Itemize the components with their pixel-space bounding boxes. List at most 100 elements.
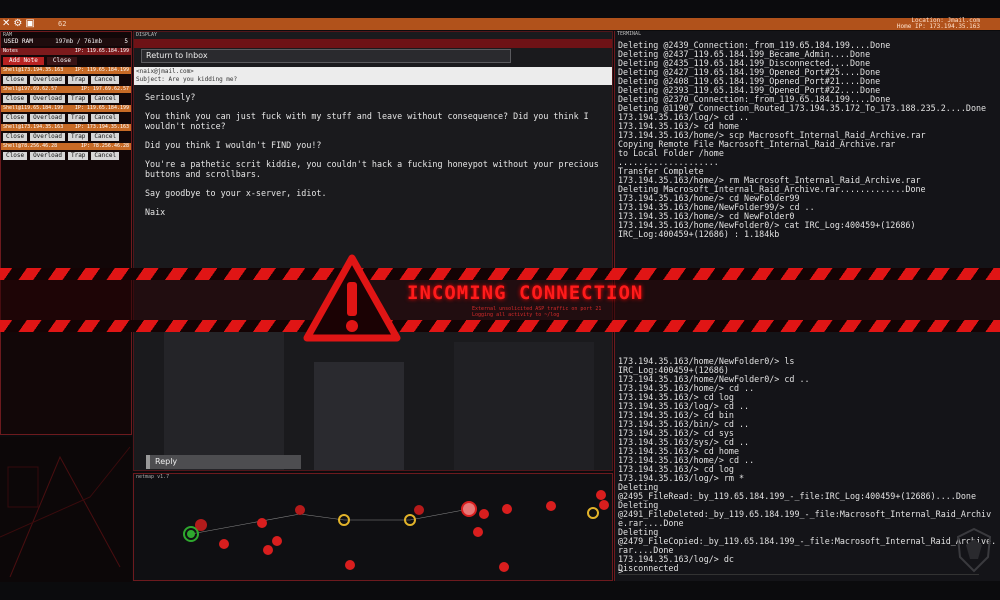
cancel-button[interactable]: Cancel <box>91 133 120 141</box>
trap-button[interactable]: Trap <box>67 152 89 160</box>
netmap-node[interactable] <box>502 504 512 514</box>
netmap-node[interactable] <box>473 527 483 537</box>
shell-buttons: Close Overload Trap Cancel <box>1 133 131 141</box>
hazard-stripe-top <box>0 268 1000 280</box>
used-ram-count: 5 <box>124 38 128 45</box>
overload-button[interactable]: Overload <box>30 114 65 122</box>
ram-module-title: Shell@173.194.35.163 <box>3 124 64 130</box>
ram-module-title: Shell@119.65.184.199 <box>3 105 64 111</box>
netmap-node[interactable] <box>263 545 273 555</box>
netmap-panel: netmap v1.7 <box>133 473 613 581</box>
trap-button[interactable]: Trap <box>67 114 89 122</box>
overload-button[interactable]: Overload <box>30 95 65 103</box>
email-paragraph: You're a pathetic scrit kiddie, you coul… <box>145 159 604 179</box>
background-building <box>164 332 284 470</box>
close-notes-button[interactable]: Close <box>46 57 77 65</box>
ram-module-ip: IP: 78.256.46.28 <box>80 143 129 149</box>
netmap-node[interactable] <box>195 519 207 531</box>
ram-module-ip: IP: 119.65.184.199 <box>74 105 129 111</box>
left-background-decoration <box>0 437 132 582</box>
ram-module-ip: IP: 197.69.62.57 <box>80 86 129 92</box>
netmap-node[interactable] <box>546 501 556 511</box>
shell-buttons: Close Overload Trap Cancel <box>1 95 131 103</box>
home-ip-label: Home IP: 173.194.35.163 <box>896 23 980 30</box>
ram-module-header: Shell@173.194.35.163 IP: 173.194.35.163 <box>1 124 131 131</box>
close-button[interactable]: Close <box>3 133 28 141</box>
return-to-inbox-button[interactable]: Return to Inbox <box>141 49 511 63</box>
ram-panel: RAM USED RAM 197mb / 761mb 5 Notes IP: 1… <box>0 31 132 435</box>
netmap-node[interactable] <box>272 536 282 546</box>
netmap-node[interactable] <box>295 505 305 515</box>
cancel-button[interactable]: Cancel <box>91 114 120 122</box>
background-building <box>314 362 404 470</box>
netmap-node[interactable] <box>599 500 609 510</box>
email-from: <naix@jmail.com> <box>136 68 194 75</box>
netmap-node-home-core <box>187 530 195 538</box>
cancel-button[interactable]: Cancel <box>91 76 120 84</box>
overload-button[interactable]: Overload <box>30 76 65 84</box>
ram-module-title: Notes <box>3 48 19 54</box>
trap-button[interactable]: Trap <box>67 95 89 103</box>
ram-module-header: Shell@173.194.35.163 IP: 119.65.184.199 <box>1 67 131 74</box>
email-subject: Subject: Are you kidding me? <box>136 76 238 83</box>
ram-module-notes: Notes IP: 119.65.184.199 Add Note Close <box>1 48 131 65</box>
ram-module-title: Shell@197.69.62.57 <box>3 86 58 92</box>
netmap-node[interactable] <box>219 539 229 549</box>
netmap-node[interactable] <box>345 560 355 570</box>
close-button[interactable]: Close <box>3 114 28 122</box>
close-button[interactable]: Close <box>3 95 28 103</box>
hazard-stripe-bottom <box>0 320 1000 332</box>
ram-module-ip: IP: 119.65.184.199 <box>74 67 129 73</box>
ram-module-title: Shell@173.194.35.163 <box>3 67 64 73</box>
terminal-line: Disconnected <box>618 563 679 573</box>
used-ram-label: USED RAM <box>4 38 33 45</box>
netmap-node-target[interactable] <box>461 501 477 517</box>
shell-buttons: Close Overload Trap Cancel <box>1 114 131 122</box>
terminal-line: @2491_FileDeleted:_by_119.65.184.199_-_f… <box>618 509 992 528</box>
netmap-node[interactable] <box>414 505 424 515</box>
netmap-node[interactable] <box>257 518 267 528</box>
trap-button[interactable]: Trap <box>67 76 89 84</box>
netmap-nodes <box>183 490 609 572</box>
close-icon[interactable]: ✕ <box>2 18 10 30</box>
notes-buttons: Add Note Close <box>1 57 131 65</box>
ram-module-title: Shell@78.256.46.28 <box>3 143 58 149</box>
topbar-icons: ✕ ⚙ ▣ <box>2 18 35 30</box>
mail-icon[interactable]: ▣ <box>25 18 34 30</box>
add-note-button[interactable]: Add Note <box>3 57 44 65</box>
display-header-bar <box>134 39 612 48</box>
netmap-node[interactable] <box>479 509 489 519</box>
reply-button[interactable]: Reply <box>146 455 301 469</box>
netmap-link <box>299 513 345 521</box>
ram-module-header: Shell@78.256.46.28 IP: 78.256.46.28 <box>1 143 131 150</box>
ram-module-shell: Shell@78.256.46.28 IP: 78.256.46.28 Clos… <box>1 143 131 160</box>
email-paragraph: Seriously? <box>145 92 196 102</box>
email-signature: Naix <box>145 207 166 217</box>
overload-button[interactable]: Overload <box>30 152 65 160</box>
background-building <box>454 342 594 470</box>
netmap-node-visited[interactable] <box>587 507 599 519</box>
cancel-button[interactable]: Cancel <box>91 152 120 160</box>
close-button[interactable]: Close <box>3 76 28 84</box>
close-button[interactable]: Close <box>3 152 28 160</box>
cancel-button[interactable]: Cancel <box>91 95 120 103</box>
red-wireframe-graphic <box>0 446 131 578</box>
terminal-title: TERMINAL <box>617 31 642 37</box>
shell-buttons: Close Overload Trap Cancel <box>1 76 131 84</box>
netmap-node[interactable] <box>596 490 606 500</box>
ram-module-ip: IP: 173.194.35.163 <box>74 124 129 130</box>
trap-button[interactable]: Trap <box>67 133 89 141</box>
netmap-node[interactable] <box>499 562 509 572</box>
shell-buttons: Close Overload Trap Cancel <box>1 152 131 160</box>
used-ram-value: 197mb / 761mb <box>55 38 103 45</box>
gear-icon[interactable]: ⚙ <box>13 18 22 30</box>
top-status-bar: ✕ ⚙ ▣ 62 Location: Jmail.com Home IP: 17… <box>0 18 1000 30</box>
netmap-graph <box>183 490 609 572</box>
email-header: <naix@jmail.com> Subject: Are you kiddin… <box>134 67 612 85</box>
ram-module-shell: Shell@173.194.35.163 IP: 119.65.184.199 … <box>1 67 131 84</box>
terminal-line: @2495_FileRead:_by_119.65.184.199_-_file… <box>618 491 976 501</box>
terminal-input-prompt[interactable]: > <box>618 567 623 577</box>
alert-title: INCOMING CONNECTION <box>407 282 644 304</box>
overload-button[interactable]: Overload <box>30 133 65 141</box>
terminal-output-top: Deleting @2439_Connection:_from_119.65.1… <box>618 41 1000 239</box>
